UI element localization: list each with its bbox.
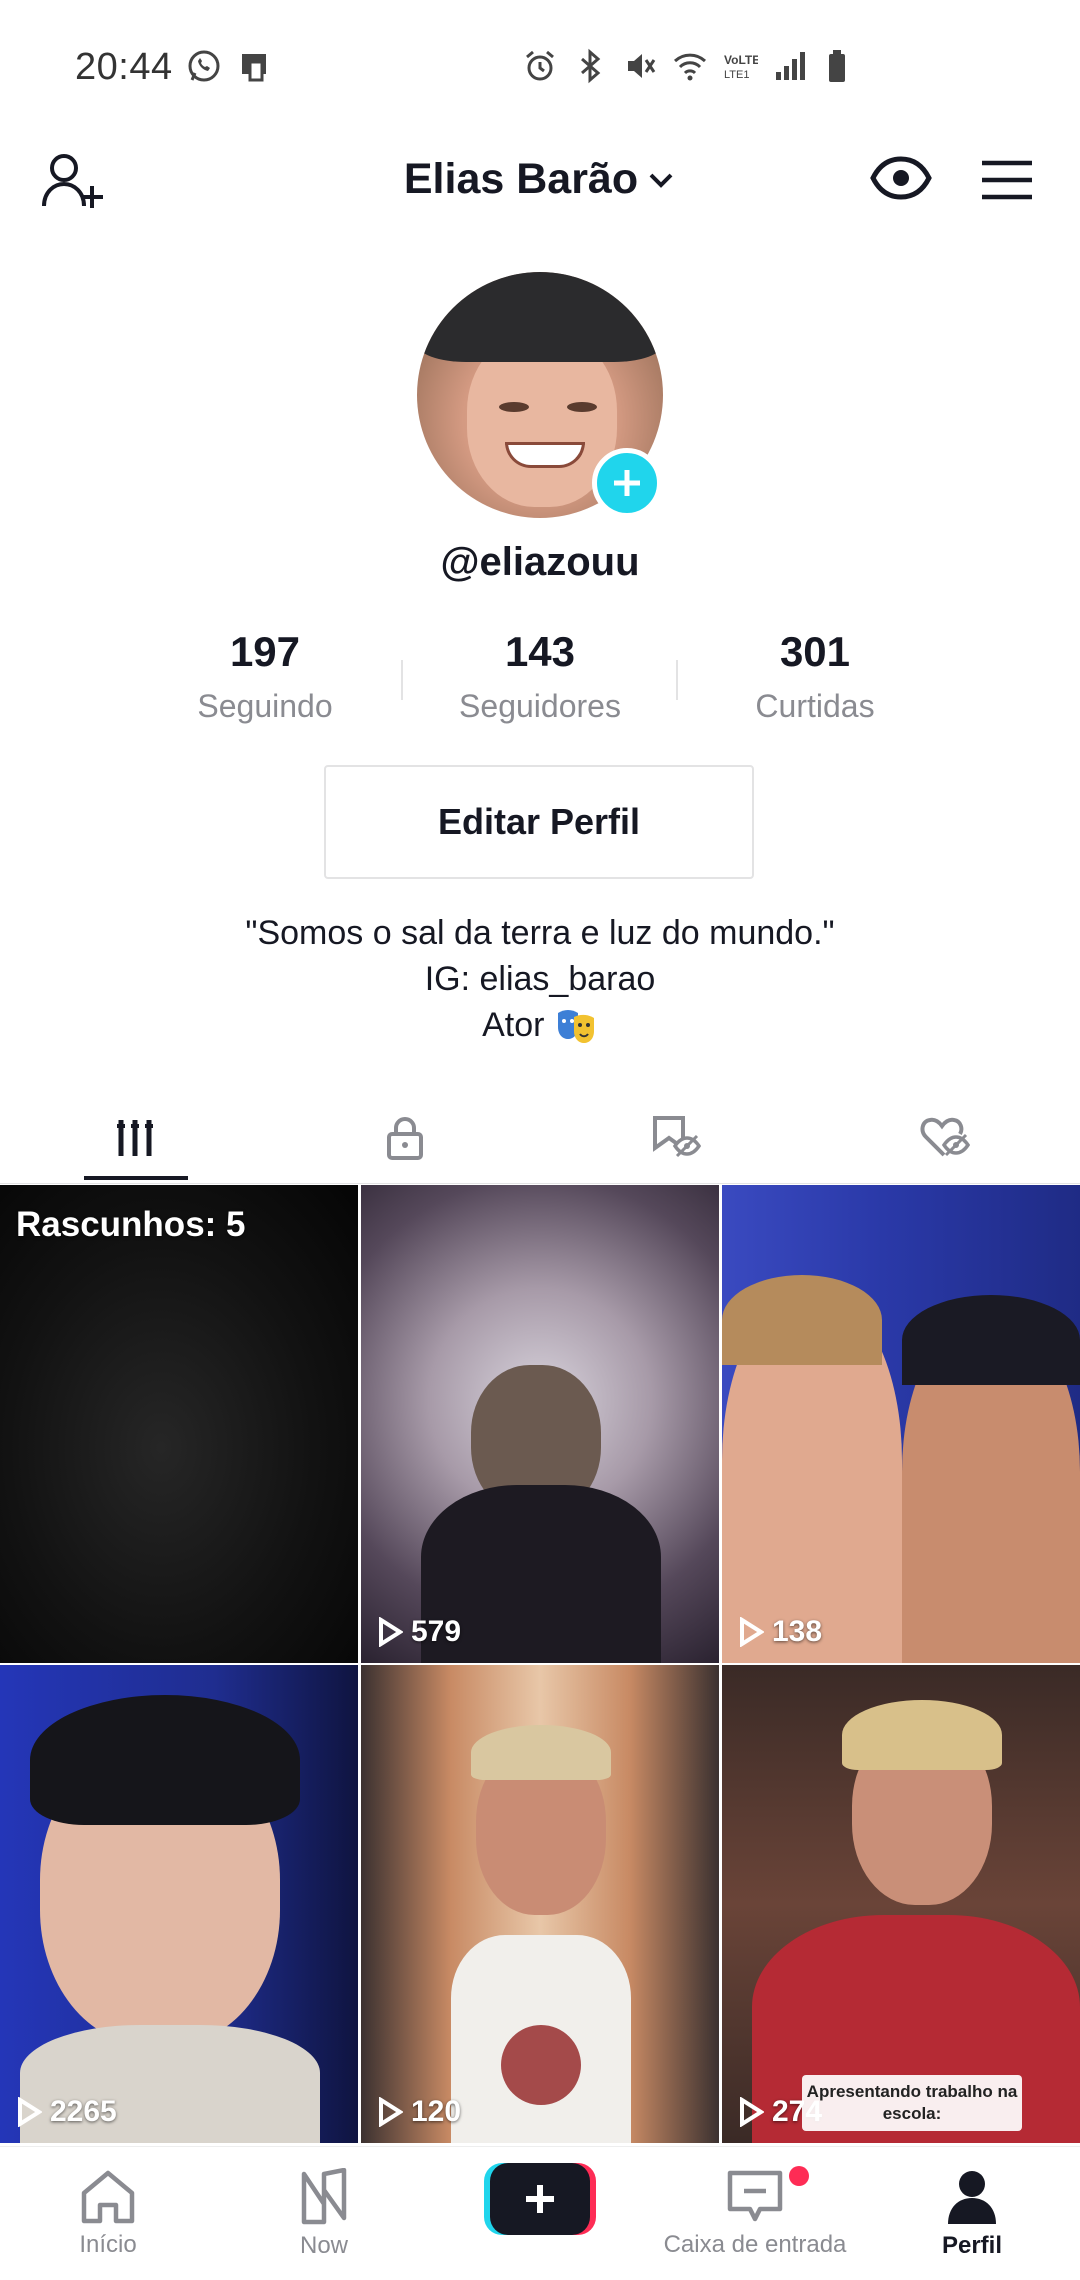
nav-profile-label: Perfil: [941, 2232, 1003, 2259]
tab-liked[interactable]: [810, 1090, 1080, 1186]
drafts-tile[interactable]: Rascunhos: 5: [0, 1185, 358, 1663]
view-count-value: 120: [411, 2095, 462, 2128]
tab-videos[interactable]: [0, 1090, 270, 1186]
add-avatar-button[interactable]: [592, 448, 662, 518]
play-icon: [379, 1617, 403, 1647]
lock-icon: [387, 1117, 423, 1160]
nav-now-label: Now: [299, 2232, 348, 2259]
stat-likes-label: Curtidas: [755, 688, 875, 724]
bio-line: Ator: [482, 1006, 545, 1044]
play-icon: [379, 2097, 403, 2127]
bluetooth-icon: [581, 48, 601, 84]
bio-line: "Somos o sal da terra e luz do mundo.": [245, 914, 835, 952]
nav-home-label: Início: [79, 2231, 137, 2258]
view-count-value: 579: [411, 1615, 462, 1648]
bookmark-hidden-icon: [653, 1116, 701, 1158]
inbox-notification-badge: [789, 2166, 809, 2186]
volte-icon: VoLTE LTE1: [724, 53, 758, 81]
edit-profile-button[interactable]: Editar Perfil: [324, 765, 754, 879]
status-bar: 20:44 VoLTE LTE1: [0, 0, 1080, 140]
signal-icon: [776, 52, 805, 80]
profile-tabs: [0, 1090, 1080, 1186]
view-count-value: 138: [772, 1615, 823, 1648]
stat-following[interactable]: 197 Seguindo: [135, 628, 395, 725]
hamburger-menu-icon[interactable]: [980, 158, 1034, 202]
stat-followers[interactable]: 143 Seguidores: [410, 628, 670, 725]
play-icon: [740, 2097, 764, 2127]
stat-following-label: Seguindo: [197, 688, 333, 724]
account-name: Elias Barão: [403, 155, 639, 203]
grid-bars-icon: [117, 1120, 153, 1156]
inbox-icon: [727, 2170, 783, 2222]
stat-divider: [676, 660, 678, 700]
play-icon: [740, 1617, 764, 1647]
view-count: 2265: [16, 2095, 117, 2129]
theater-masks-icon: [557, 1010, 594, 1044]
status-time: 20:44: [75, 46, 173, 88]
nav-inbox-label: Caixa de entrada: [663, 2231, 847, 2258]
tab-private[interactable]: [270, 1090, 540, 1186]
video-thumbnail[interactable]: 274 Apresentando trabalho na escola:: [722, 1665, 1080, 2143]
now-icon: [301, 2168, 347, 2225]
nav-home[interactable]: Início: [48, 2147, 168, 2280]
video-thumbnail[interactable]: 579: [361, 1185, 719, 1663]
whatsapp-icon: [188, 50, 220, 82]
view-count: 579: [377, 1615, 461, 1649]
plus-icon: [614, 470, 640, 496]
stat-following-value: 197: [229, 628, 301, 675]
video-caption: Apresentando trabalho na escola:: [802, 2075, 1022, 2131]
heart-hidden-icon: [920, 1117, 971, 1157]
stat-followers-value: 143: [504, 628, 576, 675]
tab-favorites[interactable]: [540, 1090, 810, 1186]
view-count: 138: [738, 1615, 822, 1649]
nav-inbox[interactable]: Caixa de entrada: [640, 2147, 870, 2280]
nav-profile[interactable]: Perfil: [912, 2147, 1032, 2280]
view-count: 120: [377, 2095, 461, 2129]
view-count-value: 2265: [50, 2095, 117, 2128]
bio-instagram: IG: elias_barao: [424, 960, 656, 998]
mute-icon: [628, 54, 656, 78]
profile-bio: "Somos o sal da terra e luz do mundo." I…: [0, 910, 1080, 1048]
divider: [0, 1183, 1080, 1184]
stat-likes[interactable]: 301 Curtidas: [685, 628, 945, 725]
eye-icon[interactable]: [870, 156, 932, 200]
alarm-icon: [526, 50, 554, 81]
create-video-button[interactable]: [484, 2163, 596, 2235]
svg-text:VoLTE: VoLTE: [724, 53, 758, 67]
drafts-label: Rascunhos: 5: [16, 1205, 246, 1244]
active-tab-indicator: [84, 1176, 188, 1180]
chevron-down-icon: [649, 173, 673, 188]
profile-icon: [948, 2171, 996, 2224]
svg-text:LTE1: LTE1: [724, 69, 749, 81]
nav-now[interactable]: Now: [264, 2147, 384, 2280]
wifi-icon: [673, 53, 707, 81]
video-thumbnail[interactable]: 138: [722, 1185, 1080, 1663]
stat-likes-value: 301: [779, 628, 851, 675]
phone-screen-icon: [242, 54, 266, 82]
video-thumbnail[interactable]: 120: [361, 1665, 719, 2143]
home-icon: [81, 2170, 135, 2224]
profile-handle: @eliazouu: [440, 540, 640, 584]
battery-icon: [829, 50, 845, 82]
stat-followers-label: Seguidores: [459, 688, 621, 724]
video-thumbnail[interactable]: 2265: [0, 1665, 358, 2143]
play-icon: [18, 2097, 42, 2127]
stat-divider: [401, 660, 403, 700]
